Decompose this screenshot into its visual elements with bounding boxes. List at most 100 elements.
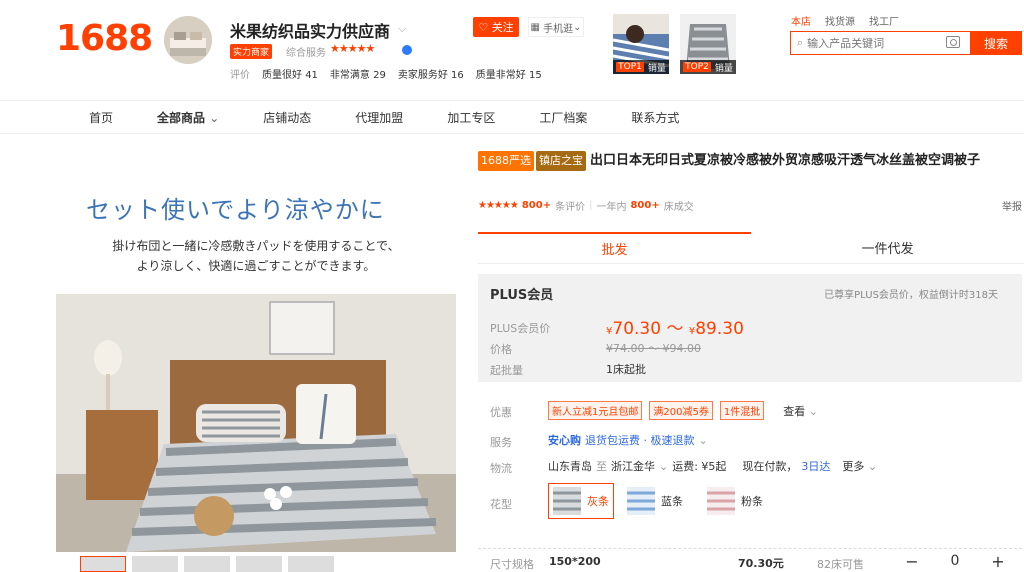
- pattern-option[interactable]: 粉条: [702, 483, 768, 519]
- plus-note: 已尊享PLUS会员价，权益倒计时318天: [824, 290, 998, 301]
- strong-merchant-badge: 实力商家: [230, 44, 273, 59]
- review-count[interactable]: 800+: [522, 200, 551, 211]
- rating-tag[interactable]: 卖家服务好 16: [398, 66, 464, 81]
- rating-stars: ★★★★★: [478, 200, 519, 211]
- thumbnail[interactable]: [80, 556, 126, 572]
- tab-dropship[interactable]: 一件代发: [751, 232, 1024, 263]
- image-caption: 掛け布団と一緒に冷感敷きパッドを使用することで、 より涼しく、快適に過ごすことが…: [112, 239, 400, 273]
- old-price-label: 价格: [490, 343, 512, 356]
- header: 1688 米果纺织品实力供应商 ⌵ 实力商家 综合服务 ★★★★★ 评价 质量很…: [0, 0, 1024, 100]
- product-title: 1688严选 镇店之宝 出口日本无印日式夏凉被冷感被外贸凉感吸汗透气冰丝盖被空调被子: [478, 151, 1008, 171]
- offers-label: 优惠: [490, 406, 512, 419]
- pattern-label: 花型: [490, 498, 512, 511]
- follow-button[interactable]: ♡ 关注: [473, 17, 519, 37]
- minus-button[interactable]: −: [900, 552, 924, 571]
- ship-from: 山东青岛: [548, 460, 592, 473]
- size-stock: 82床可售: [817, 558, 864, 571]
- quantity-stepper: − 0 +: [900, 550, 1010, 572]
- search-tab-source[interactable]: 找货源: [825, 13, 855, 28]
- coupon-tag[interactable]: 新人立减1元且包邮: [548, 401, 643, 420]
- moq-value: 1床起批: [606, 363, 646, 376]
- nav-factory-profile[interactable]: 工厂档案: [539, 109, 587, 126]
- search-box: ⌕: [790, 31, 970, 55]
- freight: 运费: ¥5起: [672, 460, 727, 473]
- report-link[interactable]: 举报: [1002, 198, 1022, 213]
- coupon-tag[interactable]: 满200减5券: [649, 401, 713, 420]
- search-icon: ⌕: [797, 36, 804, 49]
- rating-tag[interactable]: 质量很好 41: [262, 66, 318, 81]
- nav-all-products[interactable]: 全部商品 ⌄: [157, 109, 219, 126]
- view-offers-link[interactable]: 查看 ⌄: [783, 403, 818, 419]
- plus-price-panel: PLUS会员 已尊享PLUS会员价，权益倒计时318天 PLUS会员价 ¥70.…: [478, 274, 1022, 382]
- shop-name[interactable]: 米果纺织品实力供应商: [230, 18, 390, 42]
- info-icon[interactable]: [402, 45, 412, 55]
- more-logistics-link[interactable]: 更多 ⌄: [842, 458, 877, 474]
- nav-agency[interactable]: 代理加盟: [355, 109, 403, 126]
- logistics-value: 山东青岛 至 浙江金华 ⌄ 运费: ¥5起 现在付款， 3日达 更多 ⌄: [548, 458, 878, 474]
- nav-contact[interactable]: 联系方式: [631, 109, 679, 126]
- shop-avatar[interactable]: [164, 16, 212, 64]
- site-logo[interactable]: 1688: [56, 18, 153, 59]
- heart-icon: ♡: [478, 20, 489, 34]
- old-price: ¥74.00 ～ ¥94.00: [606, 342, 701, 355]
- image-thumbnails: [80, 556, 334, 572]
- ship-to[interactable]: 浙江金华: [611, 458, 655, 474]
- chevron-down-icon[interactable]: ⌄: [659, 460, 668, 473]
- nav-shop-news[interactable]: 店铺动态: [263, 109, 311, 126]
- thumbnail[interactable]: [288, 556, 334, 572]
- chevron-down-icon[interactable]: ⌵: [398, 22, 406, 36]
- plus-title: PLUS会员: [490, 288, 554, 303]
- plus-price-label: PLUS会员价: [490, 322, 551, 335]
- yanxuan-tag: 1688严选: [478, 151, 534, 171]
- rating-tag[interactable]: 非常满意 29: [330, 66, 386, 81]
- service-items[interactable]: 退货包运费 · 极速退款: [585, 432, 695, 448]
- safe-purchase-badge[interactable]: 安心购: [548, 432, 581, 448]
- thumbnail[interactable]: [132, 556, 178, 572]
- camera-icon[interactable]: [946, 36, 960, 48]
- pattern-option[interactable]: 灰条: [548, 483, 614, 519]
- search-tab-factory[interactable]: 找工厂: [869, 13, 899, 28]
- size-label: 尺寸规格: [490, 558, 534, 571]
- bedroom-photo: [56, 294, 456, 552]
- nav-processing[interactable]: 加工专区: [447, 109, 495, 126]
- coupon-tag[interactable]: 1件混批: [719, 401, 765, 420]
- mobile-view-button[interactable]: ▦ 手机逛 ⌄: [528, 17, 584, 37]
- thumbnail[interactable]: [184, 556, 230, 572]
- pattern-option[interactable]: 蓝条: [622, 483, 688, 519]
- shop-ratings: 评价 质量很好 41 非常满意 29 卖家服务好 16 质量非常好 15: [230, 66, 542, 81]
- nav-home[interactable]: 首页: [89, 109, 113, 126]
- logistics-label: 物流: [490, 462, 512, 475]
- treasure-tag: 镇店之宝: [536, 151, 586, 171]
- coupon-list: 新人立减1元且包邮 满200减5券 1件混批 查看 ⌄: [548, 401, 818, 420]
- tab-wholesale[interactable]: 批发: [478, 232, 751, 263]
- top-product-thumb[interactable]: TOP1 销量: [613, 14, 669, 74]
- service-label: 综合服务: [286, 48, 326, 59]
- size-price: 70.30元: [738, 557, 784, 570]
- service-value: 安心购 退货包运费 · 极速退款 ⌄: [548, 432, 708, 448]
- product-meta: ★★★★★ 800+ 条评价 | 一年内 800+ 床成交: [478, 200, 694, 213]
- search-tab-shop[interactable]: 本店: [791, 13, 811, 28]
- rating-tag[interactable]: 质量非常好 15: [476, 66, 542, 81]
- sold-count: 800+: [630, 200, 660, 211]
- product-main-image[interactable]: セット使いでより涼やかに 掛け布団と一緒に冷感敷きパッドを使用することで、 より…: [56, 150, 456, 552]
- size-value: 150*200: [549, 555, 601, 568]
- qr-code-icon: ▦: [530, 21, 540, 33]
- service-stars: ★★★★★: [330, 42, 375, 55]
- quantity-value[interactable]: 0: [951, 553, 960, 569]
- moq-label: 起批量: [490, 364, 523, 377]
- chevron-down-icon: ⌄: [808, 404, 818, 418]
- top-product-thumb[interactable]: TOP2 销量: [680, 14, 736, 74]
- search-scope-tabs: 本店 找货源 找工厂: [791, 13, 899, 28]
- search-input[interactable]: [807, 36, 928, 50]
- ratings-label: 评价: [230, 70, 250, 81]
- shop-nav: 首页 全部商品 ⌄ 店铺动态 代理加盟 加工专区 工厂档案 联系方式: [0, 100, 1024, 134]
- image-headline: セット使いでより涼やかに: [86, 196, 385, 224]
- arrival-time: 3日达: [801, 460, 831, 473]
- chevron-down-icon[interactable]: ⌄: [699, 434, 708, 447]
- chevron-down-icon: ⌄: [209, 110, 220, 125]
- plus-price: ¥70.30 ～ ¥89.30: [606, 319, 744, 339]
- purchase-tabs: 批发 一件代发: [478, 232, 1024, 264]
- thumbnail[interactable]: [236, 556, 282, 572]
- search-button[interactable]: 搜索: [970, 31, 1022, 55]
- plus-button[interactable]: +: [986, 552, 1010, 571]
